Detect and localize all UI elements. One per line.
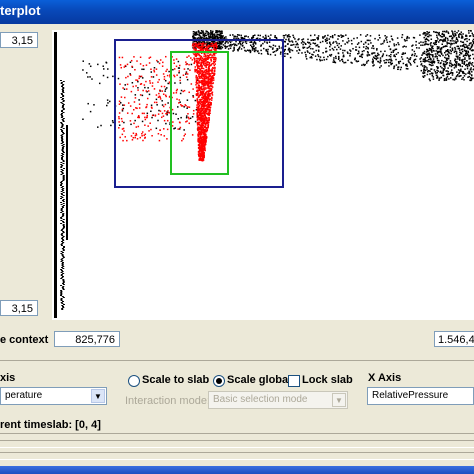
scale-global-label[interactable]: Scale global xyxy=(227,374,291,386)
lock-slab-checkbox[interactable] xyxy=(288,375,300,387)
window-title: terplot xyxy=(0,3,41,18)
context-min-field[interactable]: 825,776 xyxy=(54,331,120,347)
y-min-value: 3,15 xyxy=(11,303,33,315)
y-axis-select[interactable]: perature ▼ xyxy=(0,387,107,405)
x-axis-select[interactable]: RelativePressure xyxy=(367,387,474,405)
y-min-field[interactable]: 3,15 xyxy=(0,300,38,316)
interaction-mode-selected: Basic selection mode xyxy=(213,394,308,405)
separator xyxy=(0,360,474,361)
y-max-field[interactable]: 3,15 xyxy=(0,32,38,48)
y-max-value: 3,15 xyxy=(11,35,33,47)
x-axis-label: X Axis xyxy=(368,372,402,384)
scale-to-slab-label[interactable]: Scale to slab xyxy=(142,374,209,386)
window-titlebar[interactable]: terplot xyxy=(0,0,474,24)
point-cloud xyxy=(54,30,474,318)
taskbar xyxy=(0,466,474,474)
y-axis-label: xis xyxy=(0,372,16,384)
timeslab-slider-track[interactable] xyxy=(0,440,474,448)
timeslab-label: rent timeslab: [0, 4] xyxy=(0,419,101,431)
context-max-field[interactable]: 1.546,49 xyxy=(434,331,474,347)
lock-slab-label[interactable]: Lock slab xyxy=(302,374,353,386)
scatterplot-svg[interactable] xyxy=(52,30,474,320)
y-axis-selected: perature xyxy=(5,390,43,401)
scale-to-slab-radio[interactable] xyxy=(128,375,140,387)
context-max-value: 1.546,49 xyxy=(438,334,474,346)
context-label: e context xyxy=(0,334,49,346)
scatterplot-canvas[interactable] xyxy=(52,30,474,320)
scale-global-radio[interactable] xyxy=(213,375,225,387)
context-min-value: 825,776 xyxy=(75,334,115,346)
interaction-mode-label: Interaction mode: xyxy=(125,395,210,407)
x-axis-selected: RelativePressure xyxy=(372,390,449,401)
chevron-down-icon[interactable]: ▼ xyxy=(332,393,346,407)
interaction-mode-select[interactable]: Basic selection mode ▼ xyxy=(208,391,348,409)
timeslab-track-top xyxy=(0,433,474,434)
timeslab-range-track[interactable] xyxy=(0,452,474,460)
chevron-down-icon[interactable]: ▼ xyxy=(91,389,105,403)
